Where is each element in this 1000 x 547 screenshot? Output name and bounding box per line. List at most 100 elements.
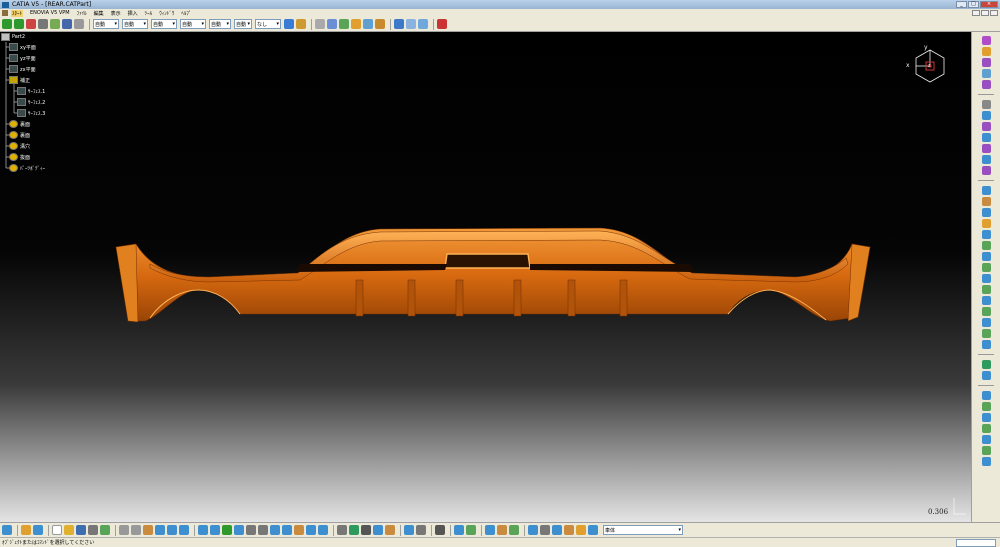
command-input[interactable] [956,539,996,547]
render-icon[interactable] [509,525,519,535]
color-combo[interactable]: 自動 ▾ [93,19,119,29]
pocket-icon[interactable] [981,69,991,78]
split-icon[interactable] [981,241,991,250]
doc-restore-button[interactable] [981,10,989,16]
menu-file[interactable]: ﾌｧｲﾙ [77,10,87,17]
constraint-icon[interactable] [981,391,991,400]
knowledge-icon[interactable] [406,19,416,29]
fillet-icon[interactable] [981,166,991,175]
doc-minimize-button[interactable] [972,10,980,16]
linetype-combo[interactable]: 自動 ▾ [180,19,206,29]
draft-analysis-icon[interactable] [981,446,991,455]
menu-insert[interactable]: 挿入 [128,10,138,17]
measure-icon[interactable] [50,19,60,29]
mirror-icon[interactable] [981,318,991,327]
thickness-icon[interactable] [981,219,991,228]
distance-icon[interactable] [552,525,562,535]
law-icon[interactable] [373,525,383,535]
point-symbol-combo[interactable]: 自動 ▾ [209,19,231,29]
sketch-bottom-icon[interactable] [21,525,31,535]
parameters-icon[interactable] [349,525,359,535]
chamfer-icon[interactable] [981,186,991,195]
help-icon[interactable] [179,525,189,535]
thread-icon[interactable] [981,230,991,239]
new-file-icon[interactable] [52,525,62,535]
light-icon[interactable] [576,525,586,535]
quick-print-icon[interactable] [100,525,110,535]
assemble-icon[interactable] [981,371,991,380]
zoom-out-icon[interactable] [258,525,268,535]
select-icon[interactable] [26,19,36,29]
lineweight-combo[interactable]: 自動 ▾ [151,19,177,29]
document-menu-icon[interactable] [2,10,8,16]
environment-icon[interactable] [588,525,598,535]
annotation-icon[interactable] [981,435,991,444]
stiffener-icon[interactable] [981,133,991,142]
layer-filter-icon[interactable] [485,525,495,535]
sketch-icon[interactable] [38,19,48,29]
painter-icon[interactable] [284,19,294,29]
wheel-icon[interactable] [564,525,574,535]
isolate-icon[interactable] [435,525,445,535]
rendering-combo[interactable]: 自動 ▾ [234,19,252,29]
section-icon[interactable] [528,525,538,535]
remove-loft-icon[interactable] [981,155,991,164]
layer-combo[interactable]: なし ▾ [255,19,281,29]
curvature-analysis-icon[interactable] [981,457,991,466]
shaft-icon[interactable] [981,80,991,89]
maximize-button[interactable]: □ [968,1,979,8]
table-icon[interactable] [361,525,371,535]
redo-icon[interactable] [167,525,177,535]
sketcher-icon[interactable] [981,36,991,45]
scan-icon[interactable] [404,525,414,535]
analysis-icon[interactable] [62,19,72,29]
menu-start[interactable]: ｽﾀｰﾄ [11,9,24,17]
menu-view[interactable]: 表示 [111,10,121,17]
pan-icon[interactable] [2,19,12,29]
scaling-icon[interactable] [981,340,991,349]
iso-view-icon[interactable] [282,525,292,535]
measure-bottom-icon[interactable] [540,525,550,535]
menu-tools[interactable]: ﾂｰﾙ [145,10,153,17]
filter-icon[interactable] [74,19,84,29]
copy-icon[interactable] [131,525,141,535]
rib-icon[interactable] [981,111,991,120]
close-button[interactable]: × [980,1,998,8]
macro-icon[interactable] [437,19,447,29]
shading-icon[interactable] [294,525,304,535]
menu-enovia[interactable]: ENOVIA V5 VPM [30,10,70,16]
fit-all-icon[interactable] [210,525,220,535]
insert-body-icon[interactable] [454,525,464,535]
minimize-button[interactable]: _ [956,1,967,8]
rotation-icon[interactable] [981,296,991,305]
menu-help[interactable]: ﾍﾙﾌﾟ [181,10,191,17]
hole-icon[interactable] [981,100,991,109]
point-tool-icon[interactable] [981,47,991,56]
define-object-icon[interactable] [416,525,426,535]
zoom-in-icon[interactable] [246,525,256,535]
measure-item-icon[interactable] [981,413,991,422]
inertia-icon[interactable] [981,424,991,433]
spline-icon[interactable] [327,19,337,29]
cut-icon[interactable] [119,525,129,535]
fx-formula-icon[interactable] [337,525,347,535]
undo-icon[interactable] [155,525,165,535]
rotate-icon[interactable] [14,19,24,29]
thick-surface-icon[interactable] [981,252,991,261]
loft-tool-icon[interactable] [981,144,991,153]
apply-material-icon[interactable] [497,525,507,535]
3d-viewport[interactable]: Part2 xy平面 yz平面 zx平面 補正 ｻｰﾌｪｽ.1 ｻｰﾌｪｽ.2 … [0,32,971,522]
point-icon[interactable] [315,19,325,29]
save-icon[interactable] [76,525,86,535]
sweep-icon[interactable] [375,19,385,29]
paste-icon[interactable] [143,525,153,535]
menu-window[interactable]: ｳｨﾝﾄﾞｳ [159,10,174,17]
slot-icon[interactable] [981,122,991,131]
fly-mode-icon[interactable] [198,525,208,535]
environment-combo[interactable]: 車体 ▾ [603,525,683,535]
insert-set-icon[interactable] [466,525,476,535]
normal-view-icon[interactable] [270,525,280,535]
rotate-bottom-icon[interactable] [234,525,244,535]
translation-icon[interactable] [981,285,991,294]
pad-icon[interactable] [981,58,991,67]
